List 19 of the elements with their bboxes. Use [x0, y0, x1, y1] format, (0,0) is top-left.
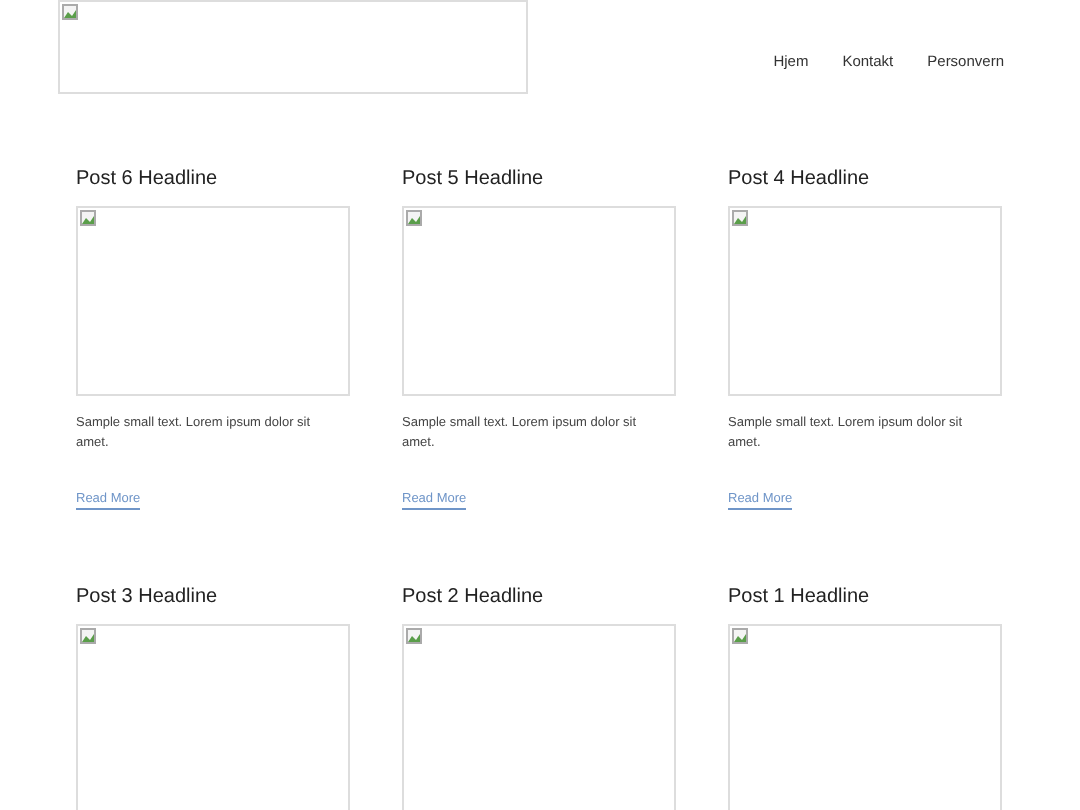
post-headline[interactable]: Post 1 Headline: [728, 586, 1002, 610]
post-headline[interactable]: Post 2 Headline: [402, 586, 676, 610]
broken-image-icon: [80, 210, 96, 226]
post-headline[interactable]: Post 6 Headline: [76, 168, 350, 192]
post-image[interactable]: [728, 624, 1002, 810]
broken-image-icon: [732, 628, 748, 644]
broken-image-icon: [80, 628, 96, 644]
post-image[interactable]: [76, 624, 350, 810]
post-headline[interactable]: Post 4 Headline: [728, 168, 1002, 192]
broken-image-icon: [732, 210, 748, 226]
post-image[interactable]: [402, 624, 676, 810]
post-headline[interactable]: Post 5 Headline: [402, 168, 676, 192]
logo-image[interactable]: [58, 0, 528, 94]
post-image[interactable]: [402, 206, 676, 396]
broken-image-icon: [406, 628, 422, 644]
post-image[interactable]: [76, 206, 350, 396]
broken-image-icon: [406, 210, 422, 226]
post-headline[interactable]: Post 3 Headline: [76, 586, 350, 610]
post-image[interactable]: [728, 206, 1002, 396]
